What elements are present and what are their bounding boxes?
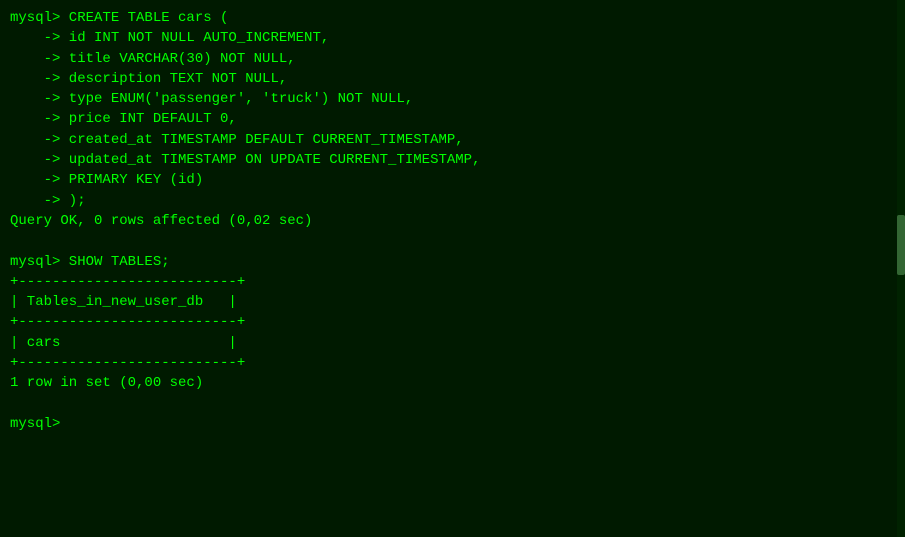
scrollbar-thumb[interactable] (897, 215, 905, 275)
terminal-output: mysql> CREATE TABLE cars ( -> id INT NOT… (10, 8, 895, 434)
scrollbar[interactable] (897, 0, 905, 537)
terminal-window[interactable]: mysql> CREATE TABLE cars ( -> id INT NOT… (0, 0, 905, 537)
